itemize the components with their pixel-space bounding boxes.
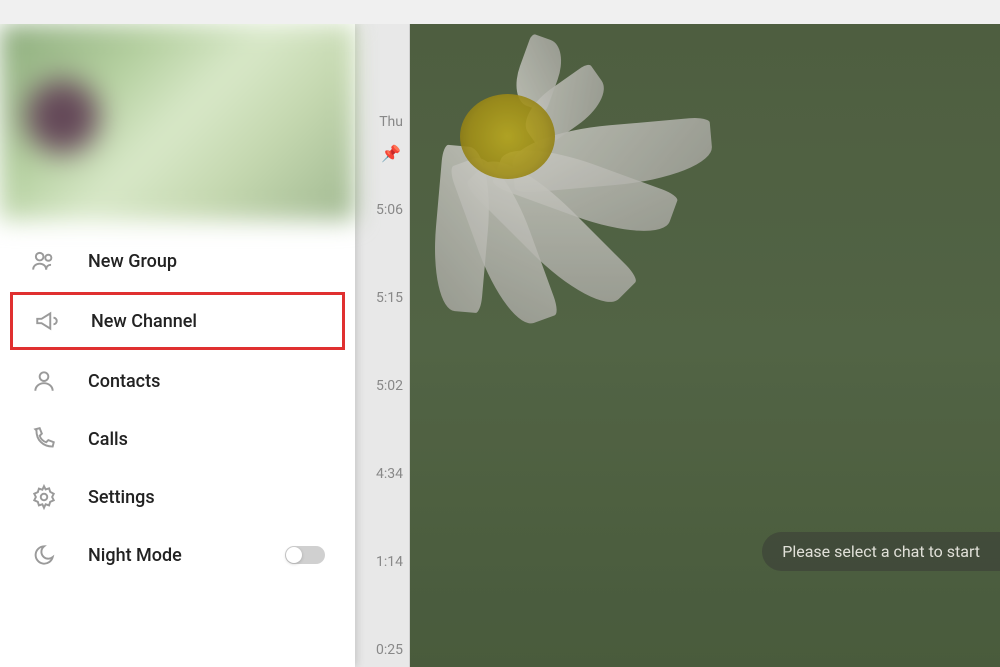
chat-list-sidebar: Thu 📌 5:06 5:15 5:02 4:34 1:14 0:25 [355, 24, 410, 667]
group-icon [30, 247, 58, 275]
phone-icon [30, 425, 58, 453]
menu-list: New Group New Channel [0, 220, 355, 596]
chat-time: 4:34 [376, 466, 403, 482]
menu-item-calls[interactable]: Calls [0, 410, 355, 468]
chat-main-area: Please select a chat to start [410, 24, 1000, 667]
menu-label: Calls [88, 429, 128, 450]
chat-time: 0:25 [376, 642, 403, 658]
toggle-knob [286, 547, 302, 563]
menu-label: New Channel [91, 311, 197, 332]
megaphone-icon [33, 307, 61, 335]
menu-item-new-channel[interactable]: New Channel [10, 292, 345, 350]
chat-time: 5:06 [376, 202, 403, 218]
pin-icon: 📌 [381, 144, 401, 163]
hamburger-menu-panel: New Group New Channel [0, 24, 355, 667]
chat-day-label: Thu [379, 114, 403, 130]
chat-time: 1:14 [376, 554, 403, 570]
menu-item-contacts[interactable]: Contacts [0, 352, 355, 410]
menu-item-new-group[interactable]: New Group [0, 232, 355, 290]
menu-label: New Group [88, 251, 177, 272]
user-avatar[interactable] [25, 79, 100, 154]
chat-time: 5:02 [376, 378, 403, 394]
menu-label: Night Mode [88, 545, 182, 566]
menu-label: Contacts [88, 371, 160, 392]
profile-header[interactable] [0, 24, 355, 220]
moon-icon [30, 541, 58, 569]
chat-time: 5:15 [376, 290, 403, 306]
select-chat-prompt: Please select a chat to start [762, 532, 1000, 571]
gear-icon [30, 483, 58, 511]
night-mode-toggle[interactable] [285, 546, 325, 564]
menu-item-night-mode[interactable]: Night Mode [0, 526, 355, 584]
menu-label: Settings [88, 487, 155, 508]
menu-item-settings[interactable]: Settings [0, 468, 355, 526]
person-icon [30, 367, 58, 395]
window-top-bar [0, 0, 1000, 24]
